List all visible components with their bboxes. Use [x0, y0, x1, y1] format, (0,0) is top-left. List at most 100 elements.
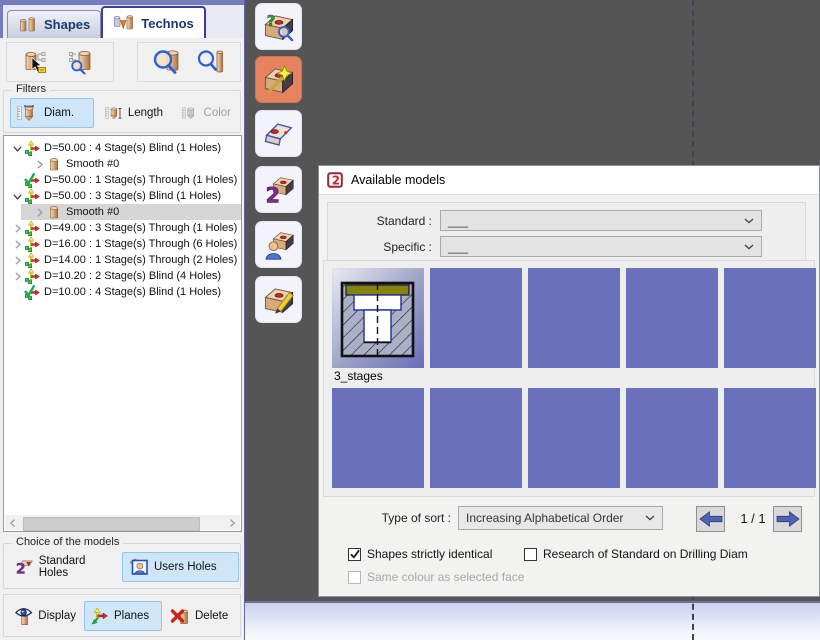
scroll-left-arrow[interactable]: [5, 515, 21, 530]
model-tile-empty[interactable]: [626, 388, 718, 488]
scroll-right-arrow[interactable]: [224, 515, 240, 530]
arrow-left-icon: [699, 510, 723, 528]
eye-icon: [14, 606, 33, 626]
choice-of-models-group: Choice of the models Standard Holes User…: [3, 543, 241, 589]
model-tile-empty[interactable]: [724, 268, 816, 368]
model-tile-empty[interactable]: [528, 388, 620, 488]
checkbox-box-checked[interactable]: [348, 548, 361, 561]
hole-icon: [24, 188, 40, 204]
available-models-dialog: Available models Standard : ___ Specific…: [318, 165, 820, 597]
tree-item[interactable]: D=50.00 : 3 Stage(s) Blind (1 Holes): [4, 188, 241, 204]
recognize-holes-button[interactable]: [255, 56, 302, 103]
delete-button[interactable]: Delete: [163, 601, 237, 631]
tab-technos-label: Technos: [141, 16, 194, 31]
tree-item[interactable]: D=50.00 : 4 Stage(s) Blind (1 Holes): [4, 140, 241, 156]
delete-icon: [170, 607, 190, 625]
model-tile-empty[interactable]: [626, 268, 718, 368]
filter-diam-button[interactable]: Diam.: [10, 98, 94, 128]
chevron-right-icon[interactable]: [10, 237, 24, 251]
sort-select[interactable]: Increasing Alphabetical Order: [458, 506, 663, 530]
chevron-right-icon[interactable]: [10, 253, 24, 267]
filter-color-button[interactable]: Color: [174, 98, 238, 128]
filter-length-button[interactable]: Length: [98, 98, 170, 128]
model-tile-empty[interactable]: [528, 268, 620, 368]
tree-item[interactable]: D=14.00 : 1 Stage(s) Through (2 Holes): [4, 252, 241, 268]
user-icon: [129, 558, 149, 576]
user-icon: [263, 229, 295, 261]
prev-page-button[interactable]: [696, 506, 725, 532]
standard-value: ___: [448, 214, 468, 228]
standard-2-icon: [15, 558, 34, 576]
actions-bar: Display Planes Delete: [3, 594, 241, 637]
model-tile-empty[interactable]: [430, 268, 522, 368]
spacer: [10, 285, 24, 299]
standard-holes-tool-button[interactable]: [255, 166, 302, 213]
tree-item-label: D=50.00 : 1 Stage(s) Through (1 Holes): [44, 174, 237, 186]
pick-hole-button[interactable]: [22, 49, 52, 75]
tree-item-label: D=49.00 : 3 Stage(s) Through (1 Holes): [44, 222, 237, 234]
zoom-holes-button[interactable]: [152, 49, 182, 75]
chevron-right-icon[interactable]: [32, 157, 46, 171]
tree-item-selected[interactable]: Smooth #0: [4, 204, 241, 220]
chevron-down-icon[interactable]: [10, 189, 24, 203]
tree-item[interactable]: Smooth #0: [4, 156, 241, 172]
model-tile-empty[interactable]: [430, 388, 522, 488]
chevron-right-icon[interactable]: [32, 205, 46, 219]
zoom-selection-button[interactable]: [196, 49, 226, 75]
horizontal-scrollbar[interactable]: [5, 515, 240, 530]
display-button[interactable]: Display: [7, 601, 83, 631]
tree-item-label: Smooth #0: [66, 206, 119, 218]
standard-holes-button[interactable]: Standard Holes: [8, 552, 120, 582]
analyze-holes-button[interactable]: [255, 3, 302, 50]
next-page-button[interactable]: [773, 506, 802, 532]
face-selection-button[interactable]: [255, 110, 302, 157]
model-tile-3-stages[interactable]: [332, 268, 424, 368]
scrollbar-track[interactable]: [21, 515, 224, 530]
planes-arrows-icon: [91, 607, 109, 625]
model-tile-empty[interactable]: [332, 388, 424, 488]
tree-item[interactable]: D=10.00 : 4 Stage(s) Blind (1 Holes): [4, 284, 241, 300]
checkbox-research-standard[interactable]: Research of Standard on Drilling Diam: [524, 547, 748, 561]
scrollbar-thumb[interactable]: [23, 517, 200, 531]
hole-icon: [24, 252, 40, 268]
users-holes-label: Users Holes: [154, 561, 217, 573]
model-tile-empty[interactable]: [724, 388, 816, 488]
filters-group: Filters Diam. Length Color: [3, 90, 241, 133]
search-hole-button[interactable]: [68, 49, 98, 75]
specific-label: Specific :: [328, 240, 432, 254]
cylinder-icon: [46, 204, 62, 220]
technos-icon: [113, 15, 135, 31]
tree-item[interactable]: D=49.00 : 3 Stage(s) Through (1 Holes): [4, 220, 241, 236]
choice-of-models-label: Choice of the models: [12, 536, 123, 548]
color-filter-icon: [181, 105, 199, 121]
specific-select[interactable]: ___: [440, 236, 762, 257]
user-holes-tool-button[interactable]: [255, 221, 302, 268]
tree-item[interactable]: D=10.20 : 2 Stage(s) Blind (4 Holes): [4, 268, 241, 284]
dialog-titlebar[interactable]: Available models: [319, 166, 819, 195]
question-magnifier-icon: [263, 11, 295, 43]
hole-icon: [24, 236, 40, 252]
chevron-right-icon[interactable]: [10, 221, 24, 235]
planes-button[interactable]: Planes: [84, 601, 162, 631]
chevron-right-icon[interactable]: [10, 269, 24, 283]
tree-item-label: D=10.00 : 4 Stage(s) Blind (1 Holes): [44, 286, 221, 298]
face-plate-icon: [263, 118, 295, 150]
checkbox-shapes-identical[interactable]: Shapes strictly identical: [348, 547, 492, 561]
tree-item[interactable]: D=16.00 : 1 Stage(s) Through (6 Holes): [4, 236, 241, 252]
tab-technos[interactable]: Technos: [101, 6, 206, 38]
standard-select[interactable]: ___: [440, 210, 762, 231]
tab-shapes[interactable]: Shapes: [7, 10, 101, 38]
tree-item-label: D=14.00 : 1 Stage(s) Through (2 Holes): [44, 254, 237, 266]
chevron-down-icon[interactable]: [10, 141, 24, 155]
edit-holes-button[interactable]: [255, 276, 302, 323]
filters-group-label: Filters: [12, 83, 50, 95]
arrow-right-icon: [776, 510, 800, 528]
tree-item-label: D=10.20 : 2 Stage(s) Blind (4 Holes): [44, 270, 221, 282]
holes-tree: D=50.00 : 4 Stage(s) Blind (1 Holes) Smo…: [3, 135, 242, 532]
check-icon: [350, 549, 360, 559]
checkbox-box-unchecked[interactable]: [524, 548, 537, 561]
tree-item[interactable]: D=50.00 : 1 Stage(s) Through (1 Holes): [4, 172, 241, 188]
shapes-icon: [18, 17, 38, 33]
users-holes-button[interactable]: Users Holes: [122, 552, 239, 582]
page-indicator: 1 / 1: [731, 511, 775, 526]
